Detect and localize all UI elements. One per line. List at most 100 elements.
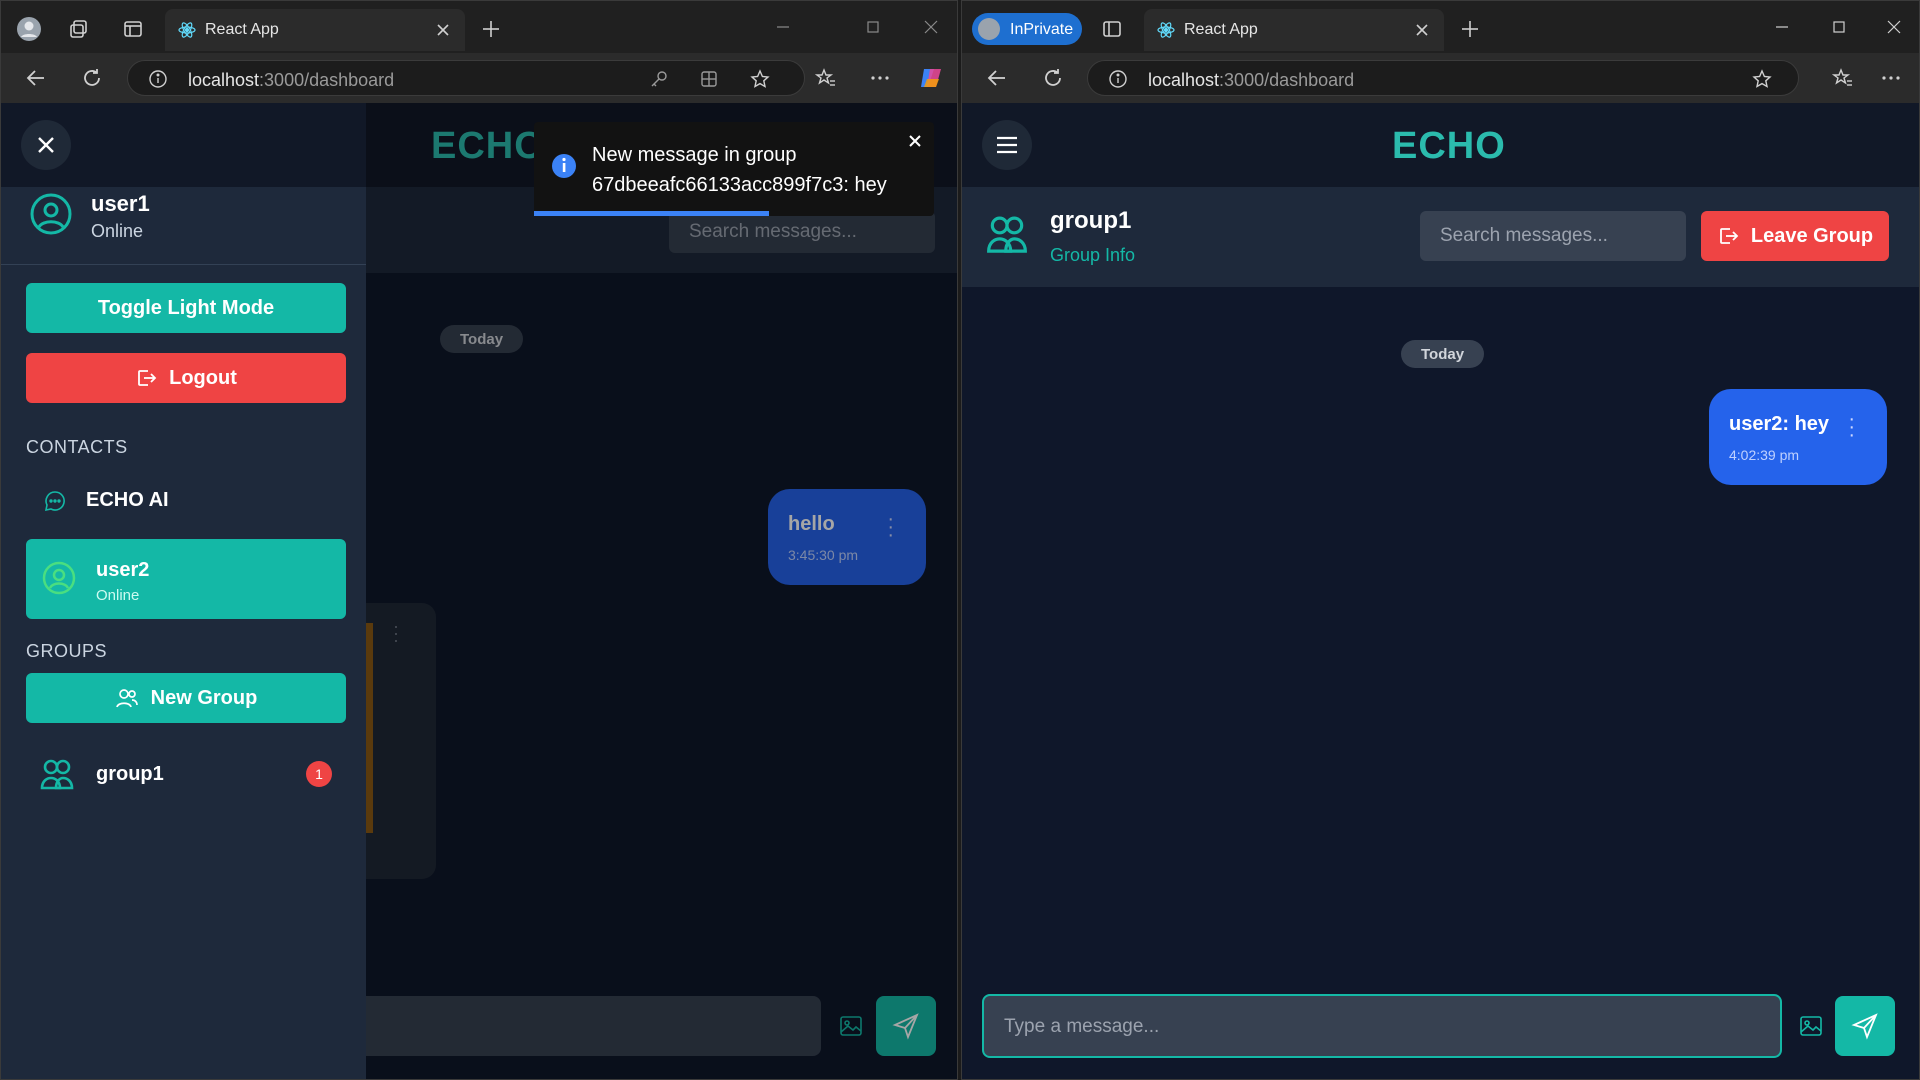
back-icon[interactable]: [23, 65, 49, 91]
message-input-placeholder: Type a message...: [1004, 1016, 1160, 1037]
contact-status: Online: [96, 587, 140, 604]
group-info-link[interactable]: Group Info: [1050, 245, 1135, 266]
favorite-star-icon[interactable]: [748, 67, 772, 91]
app-available-icon[interactable]: [698, 68, 720, 90]
left-app: ECHO Search messages... Today hello 3:45…: [1, 103, 957, 1079]
contact-avatar-icon: [42, 561, 76, 595]
left-toolbar: localhost:3000/dashboard: [1, 53, 957, 103]
send-button[interactable]: [1835, 996, 1895, 1056]
minimize-icon[interactable]: [771, 15, 795, 39]
toast-message: New message in group 67dbeeafc66133acc89…: [592, 140, 912, 200]
right-app: ECHO group1 Group Info Search messages..…: [962, 103, 1919, 1079]
logout-icon: [1719, 228, 1739, 244]
right-toolbar: localhost:3000/dashboard: [962, 53, 1919, 103]
maximize-icon[interactable]: [861, 15, 885, 39]
toast-line-1: New message in group: [592, 144, 797, 166]
sidebar-top: [1, 103, 366, 187]
sidebar-overlay[interactable]: [366, 103, 957, 1079]
inprivate-avatar-icon: [978, 18, 1000, 40]
close-window-icon[interactable]: [1882, 15, 1906, 39]
url-path: :3000/dashboard: [1219, 70, 1355, 90]
chat-bubble-icon: [42, 488, 68, 514]
group-name: group1: [96, 763, 164, 785]
contact-user2[interactable]: user2 Online: [26, 539, 346, 619]
close-tab-icon[interactable]: [1412, 20, 1432, 40]
favorites-icon[interactable]: [1830, 65, 1856, 91]
close-tab-icon[interactable]: [433, 20, 453, 40]
address-bar[interactable]: localhost:3000/dashboard: [1087, 60, 1799, 96]
message-text: user2: hey: [1729, 413, 1830, 435]
site-info-icon[interactable]: [1108, 69, 1128, 89]
toast-progress-bar: [534, 211, 769, 216]
close-sidebar-button[interactable]: [21, 120, 71, 170]
tab-react-app[interactable]: React App: [165, 9, 465, 51]
notification-toast[interactable]: New message in group 67dbeeafc66133acc89…: [534, 122, 934, 216]
minimize-icon[interactable]: [1770, 15, 1794, 39]
new-group-label: New Group: [150, 686, 258, 709]
left-tab-bar: React App: [1, 1, 957, 53]
hamburger-icon: [997, 136, 1017, 154]
groups-header: GROUPS: [26, 641, 108, 661]
inprivate-badge[interactable]: InPrivate: [972, 13, 1082, 45]
toggle-light-mode-button[interactable]: Toggle Light Mode: [26, 283, 346, 333]
message-time: 4:02:39 pm: [1729, 447, 1800, 463]
favorites-icon[interactable]: [813, 65, 839, 91]
leave-group-button[interactable]: Leave Group: [1701, 211, 1889, 261]
user-status: Online: [91, 221, 144, 241]
group-icon: [984, 211, 1030, 257]
unread-badge: 1: [306, 761, 332, 787]
info-icon: [550, 152, 578, 180]
tab-react-app[interactable]: React App: [1144, 9, 1444, 51]
chat-header: group1 Group Info Search messages... Lea…: [962, 187, 1919, 287]
tab-actions-icon[interactable]: [1098, 15, 1126, 43]
app-logo: ECHO: [1392, 125, 1506, 167]
tab-title: React App: [205, 21, 279, 38]
close-window-icon[interactable]: [919, 15, 943, 39]
address-bar[interactable]: localhost:3000/dashboard: [127, 60, 805, 96]
tab-actions-icon[interactable]: [119, 15, 147, 43]
key-icon[interactable]: [648, 68, 670, 90]
search-messages-input[interactable]: Search messages...: [1420, 211, 1686, 261]
profile-icon[interactable]: [13, 13, 45, 45]
copilot-icon[interactable]: [917, 64, 945, 92]
right-tab-bar: InPrivate React App: [962, 1, 1919, 53]
leave-group-label: Leave Group: [1750, 224, 1874, 247]
contact-name: ECHO AI: [86, 489, 169, 511]
tab-title: React App: [1184, 21, 1258, 38]
refresh-icon[interactable]: [1040, 65, 1066, 91]
users-icon: [115, 689, 138, 708]
url-host: localhost: [1148, 70, 1220, 90]
group-item[interactable]: group1 1: [26, 745, 346, 801]
contact-name: user2: [96, 559, 150, 581]
maximize-icon[interactable]: [1827, 15, 1851, 39]
user-avatar-icon: [28, 191, 74, 237]
site-info-icon[interactable]: [148, 69, 168, 89]
react-favicon-icon: [177, 20, 197, 40]
username: user1: [91, 191, 150, 216]
image-upload-icon[interactable]: [1797, 1012, 1825, 1040]
new-group-button[interactable]: New Group: [26, 673, 346, 723]
url-path: :3000/dashboard: [259, 70, 395, 90]
back-icon[interactable]: [984, 65, 1010, 91]
workspaces-icon[interactable]: [65, 15, 93, 43]
send-icon: [1851, 1013, 1878, 1040]
sidebar: user1 Online Toggle Light Mode Logout CO…: [1, 103, 366, 1079]
new-tab-icon[interactable]: [1458, 17, 1482, 41]
more-menu-icon[interactable]: [867, 65, 893, 91]
refresh-icon[interactable]: [79, 65, 105, 91]
toast-close-icon[interactable]: [904, 130, 926, 152]
message-input[interactable]: Type a message...: [982, 994, 1782, 1058]
group-icon: [38, 755, 76, 793]
url-text: localhost:3000/dashboard: [188, 70, 394, 91]
message-menu-icon[interactable]: · · ·: [1848, 409, 1855, 445]
react-favicon-icon: [1156, 20, 1176, 40]
toast-line-2: 67dbeeafc66133acc899f7c3: hey: [592, 174, 887, 196]
favorite-star-icon[interactable]: [1750, 67, 1774, 91]
logout-button[interactable]: Logout: [26, 353, 346, 403]
new-tab-icon[interactable]: [479, 17, 503, 41]
contact-echo-ai[interactable]: ECHO AI: [26, 475, 346, 525]
logout-icon: [138, 370, 157, 386]
more-menu-icon[interactable]: [1878, 65, 1904, 91]
menu-button[interactable]: [982, 120, 1032, 170]
message-bubble[interactable]: user2: hey 4:02:39 pm · · ·: [1709, 389, 1887, 485]
